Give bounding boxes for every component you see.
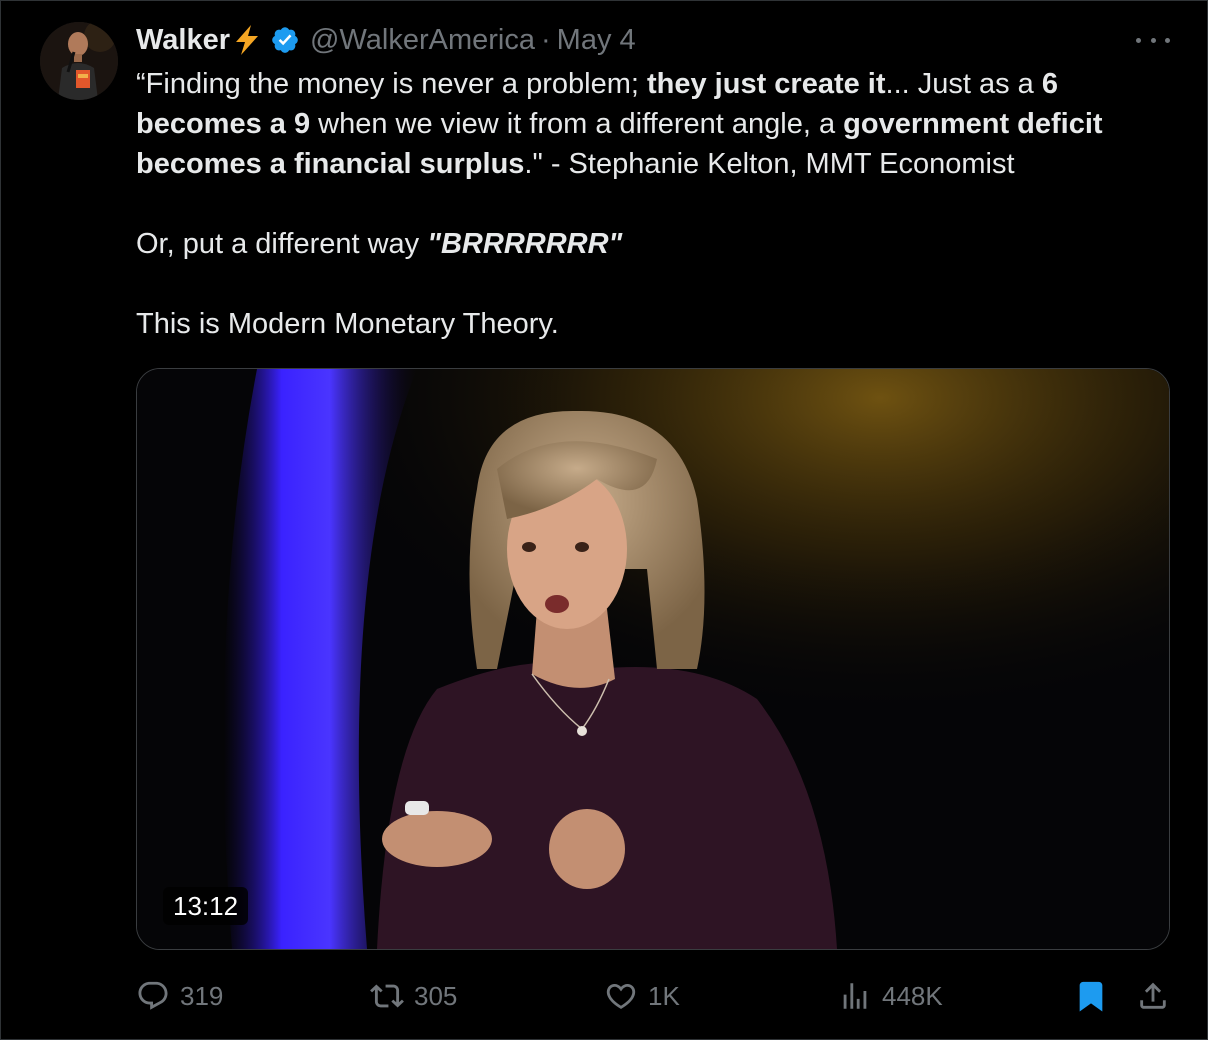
avatar-image (40, 22, 118, 100)
views-button[interactable]: 448K (838, 974, 943, 1018)
text-segment: ." - Stephanie Kelton, MMT Economist (524, 148, 1015, 180)
reply-count: 319 (180, 980, 224, 1011)
bookmark-icon (1079, 981, 1103, 1012)
repost-icon (370, 984, 404, 1008)
text-segment: “Finding the money is never a problem; (136, 68, 647, 100)
analytics-icon (843, 983, 867, 1009)
video-duration: 13:12 (163, 887, 249, 925)
tweet-text: “Finding the money is never a problem; t… (136, 64, 1176, 344)
action-bar: 319 305 1K 448K (136, 974, 1172, 1018)
video-thumbnail (137, 369, 1169, 949)
author-handle[interactable]: @WalkerAmerica (310, 24, 535, 57)
video-player[interactable]: 13:12 (136, 368, 1170, 950)
header-separator: · (540, 23, 551, 56)
quote-paragraph: “Finding the money is never a problem; t… (136, 64, 1176, 184)
repost-count: 305 (414, 980, 458, 1011)
like-button[interactable]: 1K (604, 974, 680, 1018)
bold-italic-segment: "BRRRRRRR" (427, 228, 623, 260)
second-paragraph: Or, put a different way "BRRRRRRR" (136, 224, 1176, 264)
verified-badge-icon[interactable] (270, 25, 300, 55)
share-button[interactable] (1136, 974, 1170, 1018)
bookmark-button[interactable] (1074, 974, 1108, 1018)
author-name[interactable]: Walker (136, 24, 230, 57)
reply-icon (138, 981, 168, 1010)
third-paragraph: This is Modern Monetary Theory. (136, 308, 559, 340)
like-count: 1K (648, 980, 680, 1011)
text-segment: ... Just as a (885, 68, 1042, 100)
heart-icon (606, 983, 636, 1009)
lightning-bolt-icon (232, 24, 262, 56)
reply-button[interactable]: 319 (136, 974, 223, 1018)
repost-button[interactable]: 305 (370, 974, 457, 1018)
avatar[interactable] (40, 22, 118, 100)
view-count: 448K (882, 980, 943, 1011)
bold-segment: they just create it (646, 68, 886, 100)
tweet-header: Walker @WalkerAmerica · May 4 (136, 18, 636, 62)
share-icon (1140, 982, 1166, 1009)
tweet-date[interactable]: May 4 (557, 24, 636, 57)
more-options-icon[interactable] (1136, 30, 1170, 50)
text-segment: Or, put a different way (136, 228, 428, 260)
text-segment: when we view it from a different angle, … (310, 108, 844, 140)
